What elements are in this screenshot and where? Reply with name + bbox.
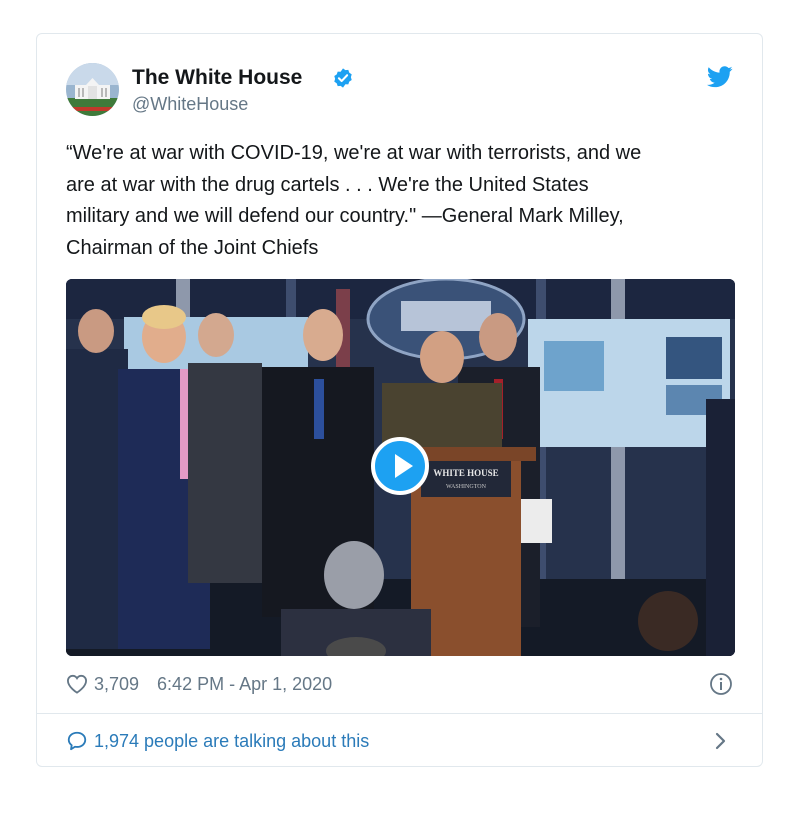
info-icon[interactable] [709, 672, 733, 696]
speech-bubble-icon [67, 731, 87, 751]
tweet-meta: 3,709 6:42 PM - Apr 1, 2020 [66, 672, 332, 696]
verified-badge-icon [334, 68, 352, 88]
like-count[interactable]: 3,709 [94, 674, 139, 695]
play-icon [395, 454, 413, 478]
avatar[interactable] [66, 63, 119, 116]
twitter-bird-icon[interactable] [707, 66, 733, 88]
conversation-link[interactable]: 1,974 people are talking about this [66, 728, 369, 754]
conversation-label[interactable]: 1,974 people are talking about this [94, 731, 369, 752]
tweet-timestamp[interactable]: 6:42 PM - Apr 1, 2020 [157, 674, 332, 695]
divider [37, 713, 762, 714]
account-name[interactable]: The White House [132, 66, 302, 90]
tweet-embed-card[interactable]: The White House @WhiteHouse “We're at wa… [36, 33, 763, 767]
podium-sign-line1: WHITE HOUSE [433, 468, 498, 478]
play-button[interactable] [371, 437, 429, 495]
heart-icon[interactable] [66, 674, 88, 694]
tweet-text: “We're at war with COVID-19, we're at wa… [66, 142, 642, 259]
white-house-avatar-image [66, 63, 119, 116]
account-handle[interactable]: @WhiteHouse [132, 94, 248, 115]
chevron-right-icon[interactable] [714, 731, 728, 751]
video-thumbnail[interactable]: WHITE HOUSE WASHINGTON [66, 279, 735, 656]
podium-sign-line2: WASHINGTON [446, 484, 487, 490]
